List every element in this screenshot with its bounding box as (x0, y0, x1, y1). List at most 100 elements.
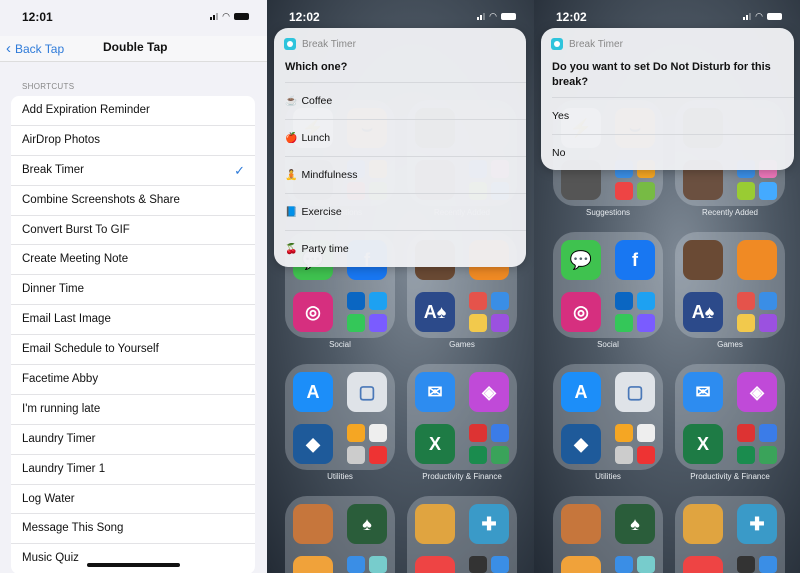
option-exercise[interactable]: 📘 Exercise (285, 193, 526, 230)
small-app-icon[interactable] (369, 424, 387, 442)
app-icon[interactable]: ◎ (293, 292, 333, 332)
app-icon[interactable]: ◈ (737, 372, 777, 412)
small-app-icon[interactable] (637, 314, 655, 332)
app-icon[interactable]: ▢ (615, 372, 655, 412)
small-app-icon[interactable] (637, 292, 655, 310)
app-folder[interactable]: ♠ (553, 496, 663, 573)
app-folder[interactable]: A ▢ ◆ (553, 364, 663, 470)
app-icon[interactable] (293, 556, 333, 573)
small-app-icon[interactable] (615, 314, 633, 332)
shortcut-row[interactable]: Log Water (11, 485, 255, 515)
home-indicator[interactable] (87, 563, 180, 567)
small-app-icon[interactable] (469, 556, 487, 573)
shortcut-row[interactable]: Break Timer ✓ (11, 156, 255, 186)
app-icon[interactable]: ◆ (561, 424, 601, 464)
app-icon[interactable] (561, 504, 601, 544)
option-yes[interactable]: Yes (552, 97, 794, 134)
app-icon[interactable]: ◎ (561, 292, 601, 332)
small-app-icon[interactable] (615, 446, 633, 464)
small-app-icon[interactable] (469, 446, 487, 464)
app-folder[interactable]: A ▢ ◆ (285, 364, 395, 470)
small-app-icon[interactable] (637, 182, 655, 200)
small-app-icon[interactable] (737, 424, 755, 442)
app-icon[interactable] (683, 504, 723, 544)
option-no[interactable]: No (552, 134, 794, 171)
small-app-icon[interactable] (759, 556, 777, 573)
app-icon[interactable]: A♠ (683, 292, 723, 332)
small-app-icon[interactable] (469, 424, 487, 442)
small-app-icon[interactable] (491, 292, 509, 310)
small-app-icon[interactable] (637, 556, 655, 573)
small-app-icon[interactable] (737, 182, 755, 200)
shortcut-row[interactable]: Email Last Image (11, 305, 255, 336)
small-app-icon[interactable] (615, 182, 633, 200)
small-app-icon[interactable] (759, 292, 777, 310)
app-icon[interactable]: X (415, 424, 455, 464)
small-app-icon[interactable] (347, 292, 365, 310)
app-icon[interactable] (561, 556, 601, 573)
app-folder[interactable]: ✉ ◈ X (407, 364, 517, 470)
small-app-icon[interactable] (369, 292, 387, 310)
shortcut-row[interactable]: Facetime Abby (11, 365, 255, 395)
small-app-icon[interactable] (369, 314, 387, 332)
small-app-icon[interactable] (637, 446, 655, 464)
app-icon[interactable]: A♠ (415, 292, 455, 332)
option-party-time[interactable]: 🍒 Party time (285, 230, 526, 267)
small-app-icon[interactable] (759, 314, 777, 332)
small-app-icon[interactable] (347, 314, 365, 332)
small-app-icon[interactable] (347, 556, 365, 573)
small-app-icon[interactable] (737, 292, 755, 310)
small-app-icon[interactable] (369, 446, 387, 464)
small-app-icon[interactable] (469, 314, 487, 332)
app-icon[interactable]: ✚ (469, 504, 509, 544)
option-coffee[interactable]: ☕ Coffee (285, 82, 526, 119)
small-app-icon[interactable] (737, 314, 755, 332)
small-app-icon[interactable] (759, 182, 777, 200)
shortcut-row[interactable]: Message This Song (11, 514, 255, 545)
app-folder[interactable]: 💬 f ◎ (553, 232, 663, 338)
app-icon[interactable]: ✚ (737, 504, 777, 544)
small-app-icon[interactable] (491, 556, 509, 573)
small-app-icon[interactable] (491, 446, 509, 464)
app-folder[interactable]: ✚ (407, 496, 517, 573)
shortcut-row[interactable]: Music Quiz (11, 544, 255, 573)
app-icon[interactable]: A (561, 372, 601, 412)
app-icon[interactable]: ◆ (293, 424, 333, 464)
shortcut-row[interactable]: Combine Screenshots & Share (11, 186, 255, 216)
option-mindfulness[interactable]: 🧘 Mindfulness (285, 156, 526, 193)
small-app-icon[interactable] (759, 424, 777, 442)
app-icon[interactable]: ▢ (347, 372, 387, 412)
small-app-icon[interactable] (615, 556, 633, 573)
app-icon[interactable] (293, 504, 333, 544)
app-folder[interactable]: ✚ (675, 496, 785, 573)
small-app-icon[interactable] (615, 292, 633, 310)
app-icon[interactable] (683, 240, 723, 280)
app-icon[interactable]: ♠ (615, 504, 655, 544)
shortcut-row[interactable]: Email Schedule to Yourself (11, 335, 255, 366)
small-app-icon[interactable] (737, 556, 755, 573)
small-app-icon[interactable] (491, 424, 509, 442)
app-icon[interactable]: ♠ (347, 504, 387, 544)
shortcut-row[interactable]: AirDrop Photos (11, 126, 255, 156)
option-lunch[interactable]: 🍎 Lunch (285, 119, 526, 156)
app-icon[interactable] (415, 556, 455, 573)
app-icon[interactable]: ◈ (469, 372, 509, 412)
app-icon[interactable]: X (683, 424, 723, 464)
app-icon[interactable] (415, 504, 455, 544)
shortcut-row[interactable]: Create Meeting Note (11, 245, 255, 276)
small-app-icon[interactable] (637, 424, 655, 442)
shortcut-row[interactable]: Dinner Time (11, 275, 255, 306)
app-folder[interactable]: A♠ (675, 232, 785, 338)
shortcut-row[interactable]: I'm running late (11, 395, 255, 425)
app-folder[interactable]: ♠ (285, 496, 395, 573)
small-app-icon[interactable] (369, 556, 387, 573)
app-icon[interactable]: ✉ (683, 372, 723, 412)
back-button[interactable]: ‹ Back Tap (6, 40, 64, 57)
small-app-icon[interactable] (469, 292, 487, 310)
shortcut-row[interactable]: Laundry Timer 1 (11, 455, 255, 485)
app-icon[interactable]: f (615, 240, 655, 280)
small-app-icon[interactable] (615, 424, 633, 442)
app-icon[interactable]: 💬 (561, 240, 601, 280)
shortcut-row[interactable]: Laundry Timer (11, 425, 255, 455)
small-app-icon[interactable] (347, 446, 365, 464)
